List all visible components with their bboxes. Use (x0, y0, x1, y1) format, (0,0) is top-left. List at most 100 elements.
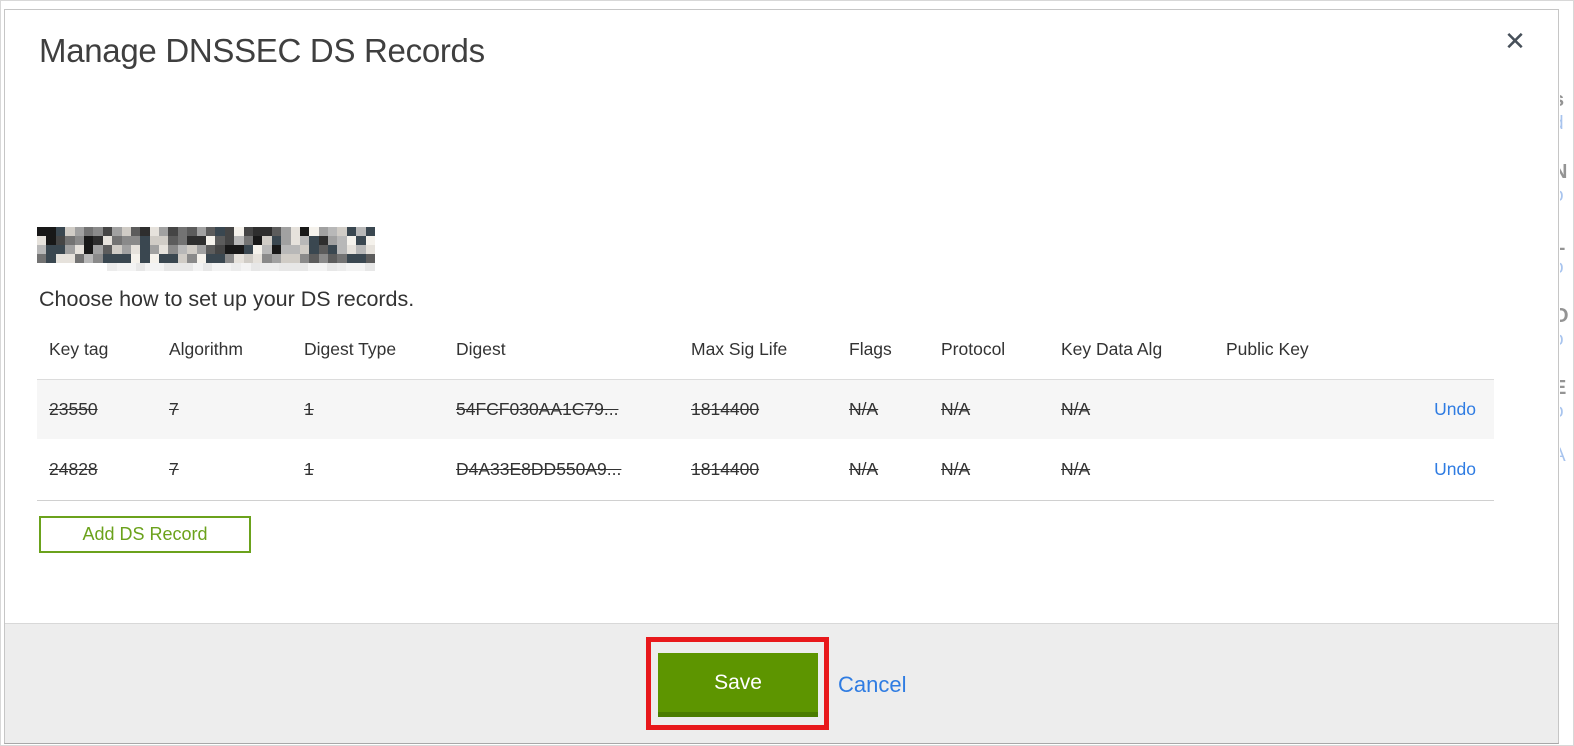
redaction-pixel (121, 236, 131, 245)
redaction-pixel (126, 263, 136, 271)
redaction-pixel (337, 236, 347, 245)
redaction-pixel (140, 254, 150, 263)
ds-record-cell: N/A (941, 399, 971, 419)
redaction-pixel (83, 227, 94, 236)
redaction-pixel (318, 254, 329, 263)
background-page-fragment: O (1560, 305, 1569, 328)
redaction-pixel (328, 227, 338, 236)
redaction-pixel (187, 254, 197, 263)
redaction-pixel (290, 236, 300, 245)
redaction-pixel (365, 254, 375, 263)
redaction-pixel (159, 245, 169, 254)
redaction-pixel (215, 245, 225, 254)
redaction-pixel (231, 263, 241, 271)
redaction-pixel (355, 263, 366, 271)
redaction-pixel (168, 236, 178, 245)
redaction-pixel (135, 263, 146, 271)
screenshot-frame: Manage DNSSEC DS Records ✕ Choose how to… (0, 0, 1574, 746)
redaction-pixel (140, 236, 150, 245)
background-page-fragment: N (1560, 161, 1567, 184)
redaction-pixel (193, 263, 203, 271)
redaction-pixel (55, 227, 66, 236)
redaction-pixel (196, 245, 206, 254)
redaction-pixel (317, 263, 328, 271)
redaction-pixel (365, 245, 375, 254)
background-page-fragment: A (1560, 445, 1566, 467)
redaction-pixel (234, 236, 244, 245)
undo-link[interactable]: Undo (1344, 399, 1494, 420)
redaction-pixel (112, 227, 122, 236)
redaction-pixel (121, 254, 131, 263)
redaction-pixel (46, 254, 56, 263)
redaction-pixel (121, 227, 131, 236)
redaction-pixel (271, 236, 282, 245)
redaction-pixel (149, 227, 160, 236)
redaction-pixel (102, 227, 113, 236)
redaction-pixel (240, 263, 251, 271)
undo-link[interactable]: Undo (1344, 459, 1494, 480)
redaction-pixel (224, 245, 235, 254)
redaction-pixel (102, 236, 113, 245)
column-header-public-key: Public Key (1226, 338, 1309, 359)
background-page-sliver: sdNoLoOoEo●A (1560, 1, 1573, 745)
redaction-pixel (37, 254, 47, 263)
redaction-pixel (206, 254, 216, 263)
redaction-pixel (46, 227, 56, 236)
redaction-pixel (102, 245, 113, 254)
redaction-pixel (206, 245, 216, 254)
add-ds-record-button[interactable]: Add DS Record (39, 516, 251, 553)
redaction-pixel (262, 227, 272, 236)
redaction-pixel (65, 227, 75, 236)
redaction-pixel (318, 245, 329, 254)
redaction-pixel (37, 236, 47, 245)
redaction-pixel (154, 263, 165, 271)
ds-record-cell: 23550 (49, 399, 98, 419)
redaction-pixel (116, 263, 127, 271)
redaction-pixel (196, 254, 206, 263)
redaction-pixel (224, 236, 235, 245)
redaction-pixel (290, 245, 300, 254)
redaction-pixel (346, 254, 357, 263)
redaction-pixel (243, 245, 253, 254)
redaction-pixel (299, 236, 310, 245)
redaction-pixel (271, 254, 282, 263)
redaction-pixel (37, 245, 47, 254)
ds-record-cell: 7 (169, 399, 179, 419)
redaction-pixel (164, 263, 174, 271)
redaction-pixel (140, 245, 150, 254)
redaction-pixel (55, 254, 66, 263)
redaction-pixel (46, 236, 56, 245)
redaction-pixel (356, 227, 366, 236)
redaction-pixel (290, 227, 300, 236)
redaction-pixel (177, 236, 188, 245)
redaction-pixel (215, 254, 225, 263)
redaction-pixel (145, 263, 155, 271)
redaction-pixel (187, 227, 197, 236)
redaction-pixel (112, 254, 122, 263)
ds-record-row: 24828 7 1 D4A33E8DD550A9... 1814400 N/A N/A N/A… (37, 439, 1494, 501)
redaction-pixel (130, 227, 141, 236)
redaction-pixel (121, 245, 131, 254)
redaction-pixel (159, 254, 169, 263)
redaction-pixel (140, 227, 150, 236)
redaction-pixel (159, 227, 169, 236)
background-page-fragment: o (1560, 257, 1564, 279)
redaction-pixel (168, 227, 178, 236)
redaction-pixel (130, 254, 141, 263)
redaction-pixel (337, 254, 347, 263)
redaction-pixel (149, 254, 160, 263)
redaction-pixel (309, 245, 319, 254)
redaction-pixel (74, 245, 84, 254)
redaction-pixel (328, 236, 338, 245)
redaction-pixel (168, 254, 178, 263)
column-header-protocol: Protocol (941, 338, 1006, 359)
close-icon[interactable]: ✕ (1497, 23, 1533, 59)
redaction-pixel (196, 236, 206, 245)
background-page-fragment: o (1560, 401, 1564, 423)
redaction-pixel (269, 263, 280, 271)
cancel-link[interactable]: Cancel (838, 672, 906, 698)
redaction-pixel (93, 254, 103, 263)
save-button[interactable]: Save (658, 653, 818, 717)
background-page-fragment: L (1560, 233, 1565, 256)
redaction-pixel (307, 263, 318, 271)
